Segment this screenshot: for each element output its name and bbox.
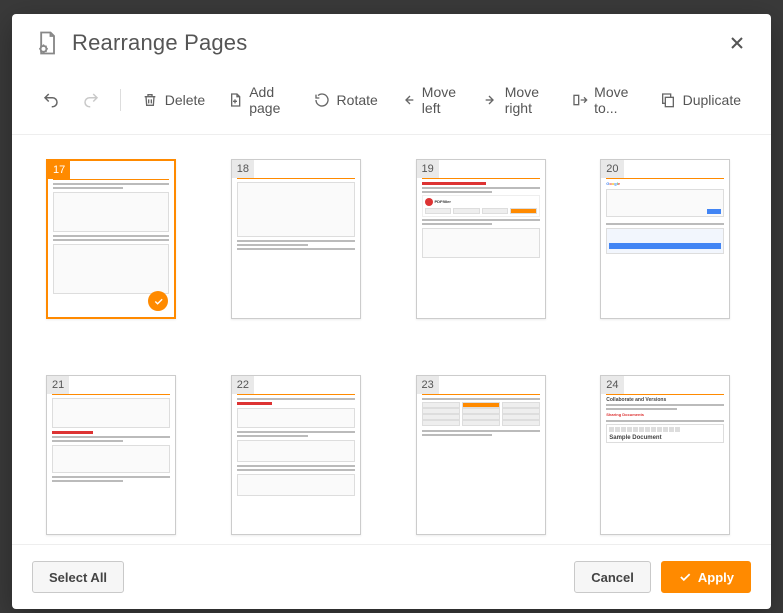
page-number: 22 bbox=[232, 376, 254, 394]
rearrange-pages-modal: Rearrange Pages Delete Add pag bbox=[12, 14, 771, 609]
duplicate-button[interactable]: Duplicate bbox=[651, 87, 749, 113]
add-page-button[interactable]: Add page bbox=[219, 80, 298, 120]
check-icon bbox=[678, 570, 692, 584]
rotate-label: Rotate bbox=[337, 92, 378, 108]
page-number: 24 bbox=[601, 376, 623, 394]
select-all-label: Select All bbox=[49, 570, 107, 585]
move-to-button[interactable]: Move to... bbox=[564, 80, 644, 120]
undo-icon bbox=[42, 91, 60, 109]
move-left-label: Move left bbox=[422, 84, 461, 116]
move-right-button[interactable]: Move right bbox=[475, 80, 558, 120]
page-number: 18 bbox=[232, 160, 254, 178]
redo-button[interactable] bbox=[74, 87, 108, 113]
apply-label: Apply bbox=[698, 570, 734, 585]
page-number: 19 bbox=[417, 160, 439, 178]
trash-icon bbox=[141, 91, 159, 109]
modal-title: Rearrange Pages bbox=[72, 30, 247, 56]
page-thumbnail[interactable]: 19PDFfiller bbox=[416, 159, 546, 319]
select-all-button[interactable]: Select All bbox=[32, 561, 124, 593]
move-left-button[interactable]: Move left bbox=[392, 80, 469, 120]
page-thumbnail[interactable]: 24Collaborate and VersionsSharing Docume… bbox=[600, 375, 730, 535]
add-page-label: Add page bbox=[249, 84, 290, 116]
modal-footer: Select All Cancel Apply bbox=[12, 544, 771, 609]
page-thumbnail[interactable]: 22 bbox=[231, 375, 361, 535]
redo-icon bbox=[82, 91, 100, 109]
modal-header: Rearrange Pages bbox=[12, 14, 771, 72]
rotate-button[interactable]: Rotate bbox=[305, 87, 386, 113]
apply-button[interactable]: Apply bbox=[661, 561, 751, 593]
move-right-label: Move right bbox=[505, 84, 550, 116]
page-number: 21 bbox=[47, 376, 69, 394]
cancel-label: Cancel bbox=[591, 570, 634, 585]
rotate-icon bbox=[313, 91, 331, 109]
arrow-right-icon bbox=[483, 91, 499, 109]
page-thumbnail[interactable]: 21 bbox=[46, 375, 176, 535]
arrow-left-icon bbox=[400, 91, 416, 109]
page-grid-area: 17 18 19PDFfiller 20Google 21 22 23 24 Collabora… bbox=[12, 135, 771, 544]
duplicate-icon bbox=[659, 91, 677, 109]
page-thumbnail[interactable]: 23 bbox=[416, 375, 546, 535]
delete-label: Delete bbox=[165, 92, 205, 108]
selected-check-icon bbox=[148, 291, 168, 311]
duplicate-label: Duplicate bbox=[683, 92, 741, 108]
move-to-icon bbox=[572, 91, 588, 109]
page-thumbnail[interactable]: 17 bbox=[46, 159, 176, 319]
close-button[interactable] bbox=[723, 29, 751, 57]
delete-button[interactable]: Delete bbox=[133, 87, 213, 113]
move-to-label: Move to... bbox=[594, 84, 636, 116]
add-page-icon bbox=[227, 91, 243, 109]
page-grid: 17 18 19PDFfiller 20Google 21 22 23 24 Collabora… bbox=[46, 159, 737, 535]
page-thumbnail[interactable]: 20Google bbox=[600, 159, 730, 319]
rearrange-icon bbox=[32, 28, 62, 58]
separator bbox=[120, 89, 121, 111]
thumb-heading: Collaborate and Versions bbox=[606, 398, 724, 402]
page-number: 20 bbox=[601, 160, 623, 178]
undo-button[interactable] bbox=[34, 87, 68, 113]
page-number: 23 bbox=[417, 376, 439, 394]
page-number: 17 bbox=[48, 161, 70, 179]
page-thumbnail[interactable]: 18 bbox=[231, 159, 361, 319]
toolbar: Delete Add page Rotate Move left Move ri bbox=[12, 72, 771, 135]
cancel-button[interactable]: Cancel bbox=[574, 561, 651, 593]
